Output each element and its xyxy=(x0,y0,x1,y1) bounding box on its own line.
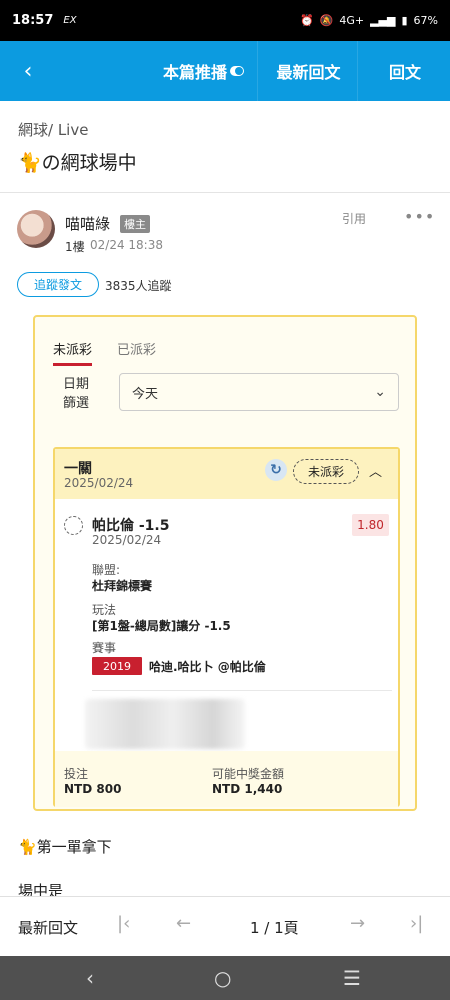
market-label: 玩法 xyxy=(92,603,117,617)
follow-button[interactable]: 追蹤發文 xyxy=(17,272,99,297)
toggle-icon[interactable] xyxy=(230,66,244,76)
android-home-icon[interactable]: ○ xyxy=(214,966,231,990)
latest-replies-button[interactable]: 最新回文 xyxy=(18,917,78,938)
back-icon[interactable]: ‹ xyxy=(0,41,56,101)
parlay-box: 一關 2025/02/24 ↻ 未派彩 ︿ 帕比倫 -1.5 2025/02/2… xyxy=(53,447,400,807)
tab-reply[interactable]: 回文 xyxy=(360,41,450,101)
avatar[interactable] xyxy=(17,210,55,248)
network-label: 4G+ xyxy=(339,14,365,27)
date-select-value: 今天 xyxy=(132,386,159,402)
parlay-header: 一關 2025/02/24 ↻ 未派彩 ︿ xyxy=(55,449,398,499)
mute-icon: 🔕 xyxy=(319,14,334,27)
bet-card: 未派彩 已派彩 日期 篩選 今天 ⌄ 一關 2025/02/24 ↻ 未派彩 ︿… xyxy=(33,315,417,811)
prev-page-icon[interactable]: ← xyxy=(176,913,191,934)
pick-title: 帕比倫 -1.5 xyxy=(92,518,170,534)
bottom-pagination-bar: 最新回文 |‹ ← 1 / 1頁 → ›| xyxy=(0,896,450,956)
page-indicator[interactable]: 1 / 1頁 xyxy=(250,917,299,938)
parlay-date: 2025/02/24 xyxy=(64,476,134,490)
signal-icon: ▂▄▆ xyxy=(370,14,396,27)
blurred-area xyxy=(85,699,245,749)
payout-label: 可能中獎金額 xyxy=(212,767,285,781)
date-filter-select[interactable]: 今天 ⌄ xyxy=(119,373,399,411)
bet-summary: 投注 NTD 800 可能中獎金額 NTD 1,440 xyxy=(55,751,398,807)
next-page-icon[interactable]: → xyxy=(350,913,365,934)
last-page-icon[interactable]: ›| xyxy=(410,913,423,934)
page-title: 🐈の網球場中 xyxy=(18,152,137,174)
match-label: 賽事 xyxy=(92,641,117,655)
quote-button[interactable]: 引用 xyxy=(342,210,366,227)
author-name[interactable]: 喵喵綠 xyxy=(65,213,110,234)
parlay-title: 一關 xyxy=(64,461,92,477)
date-label-line1: 日期 xyxy=(63,377,90,392)
battery-icon: ▮ xyxy=(401,14,408,27)
follower-count: 3835人追蹤 xyxy=(105,279,172,293)
league-value: 杜拜錦標賽 xyxy=(92,579,153,593)
top-nav: ‹ 本篇推播 最新回文 回文 xyxy=(0,41,450,101)
status-icons: ⏰ 🔕 4G+ ▂▄▆ ▮ 67% xyxy=(300,14,438,27)
post-floor: 1樓 xyxy=(65,240,85,254)
android-back-icon[interactable]: ‹ xyxy=(86,966,94,990)
more-options-icon[interactable]: ••• xyxy=(404,207,435,226)
status-time: 18:57 xyxy=(12,13,54,28)
post-time: 02/24 18:38 xyxy=(90,238,163,252)
market-value: [第1盤-總局數]讓分 -1.5 xyxy=(92,619,231,633)
date-label-line2: 篩選 xyxy=(63,396,90,411)
pick-date: 2025/02/24 xyxy=(92,533,162,547)
inner-divider xyxy=(92,690,392,691)
payout-value: NTD 1,440 xyxy=(212,782,283,796)
alarm-icon: ⏰ xyxy=(299,14,314,27)
status-badge: 未派彩 xyxy=(293,459,359,484)
tab-latest-replies[interactable]: 最新回文 xyxy=(260,41,358,101)
tab-unsettled[interactable]: 未派彩 xyxy=(53,339,93,366)
android-nav-bar: ‹ ○ ☰ xyxy=(0,956,450,1000)
date-filter-label: 日期 篩選 xyxy=(63,375,89,413)
carrier-icon: EX xyxy=(63,15,77,26)
match-tag: 2019 xyxy=(92,657,142,675)
post-text-line: 🐈第一單拿下 xyxy=(18,838,112,856)
tab-recommend[interactable]: 本篇推播 xyxy=(150,41,258,101)
stake-value: NTD 800 xyxy=(64,782,122,796)
stake-label: 投注 xyxy=(64,767,89,781)
league-label: 聯盟: xyxy=(92,563,121,577)
battery-level: 67% xyxy=(413,14,438,27)
chevron-down-icon: ⌄ xyxy=(374,384,386,400)
breadcrumb[interactable]: 網球/ Live xyxy=(18,119,88,140)
first-page-icon[interactable]: |‹ xyxy=(117,913,130,934)
tab-settled[interactable]: 已派彩 xyxy=(117,339,156,358)
divider xyxy=(0,192,450,193)
pick-status-icon xyxy=(64,516,83,535)
status-bar: 18:57 EX ⏰ 🔕 4G+ ▂▄▆ ▮ 67% xyxy=(0,0,450,41)
chevron-up-icon[interactable]: ︿ xyxy=(369,461,382,480)
refresh-icon[interactable]: ↻ xyxy=(265,459,287,481)
android-recents-icon[interactable]: ☰ xyxy=(343,966,361,990)
match-teams: 哈迪.哈比卜 @帕比倫 xyxy=(149,660,266,674)
author-badge: 樓主 xyxy=(120,215,150,233)
odds-badge: 1.80 xyxy=(352,514,389,536)
tab-recommend-label: 本篇推播 xyxy=(162,63,227,82)
